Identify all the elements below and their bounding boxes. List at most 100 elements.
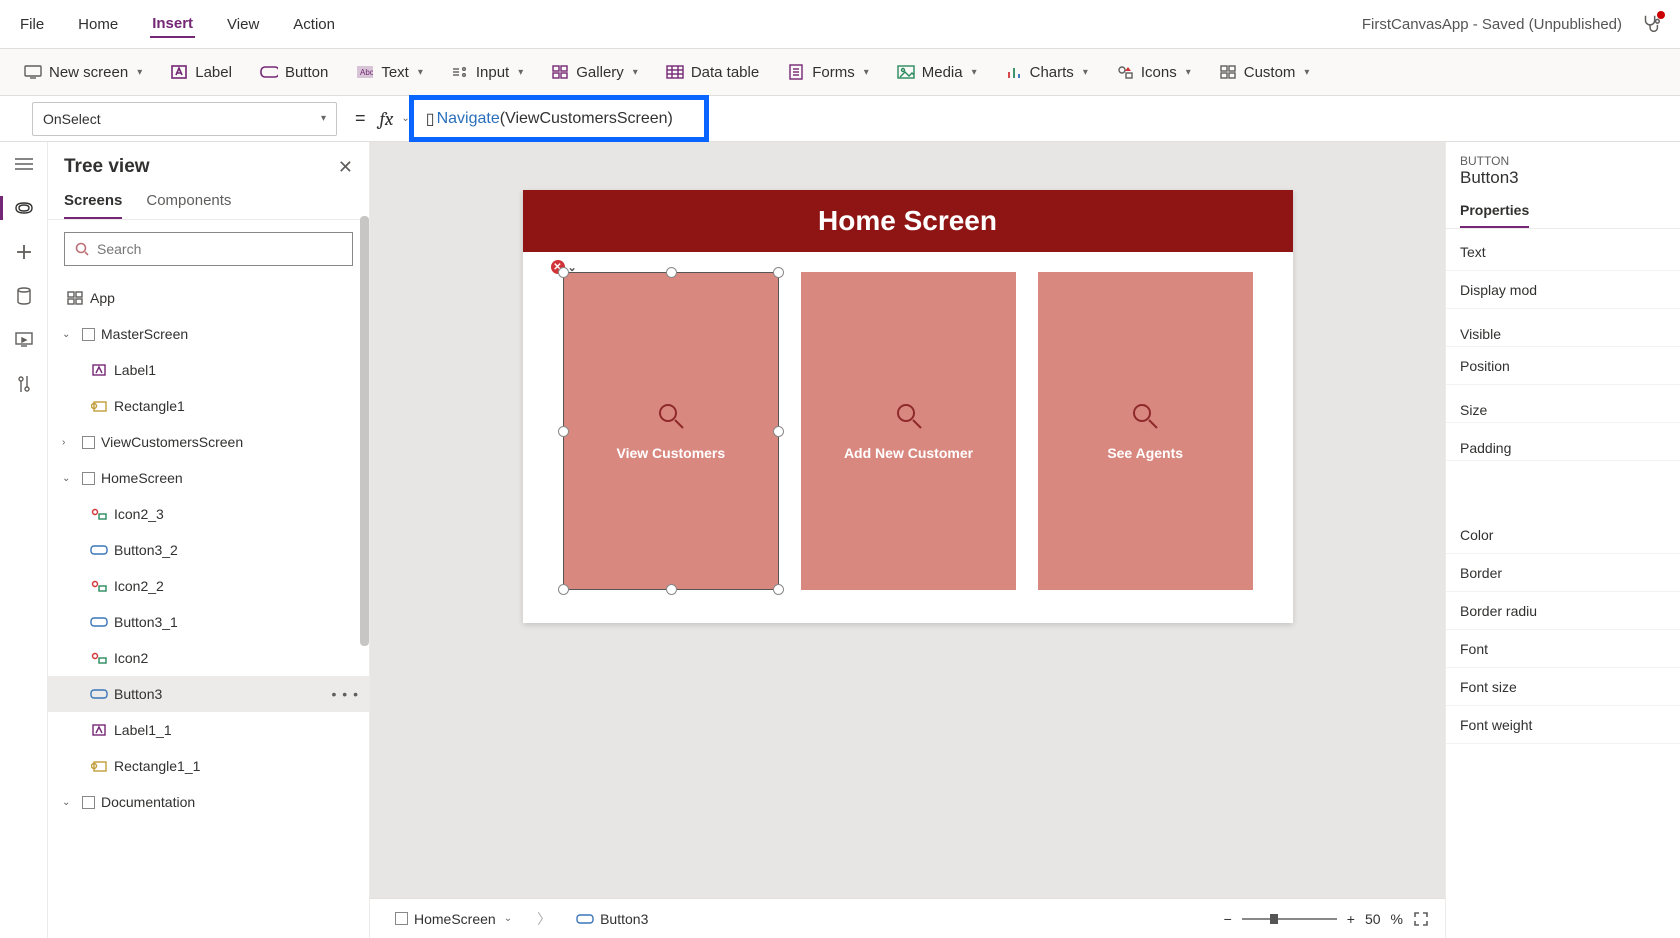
collapse-icon[interactable]: ⌄ — [62, 797, 76, 808]
tree-label: Documentation — [101, 794, 195, 810]
tree-item-app[interactable]: App — [48, 280, 369, 316]
menu-insert[interactable]: Insert — [150, 11, 195, 38]
rail-hamburger-icon[interactable] — [12, 152, 36, 176]
rail-add-icon[interactable] — [12, 240, 36, 264]
rail-data-icon[interactable] — [12, 284, 36, 308]
prop-display-mode[interactable]: Display mod — [1446, 271, 1680, 309]
control-name[interactable]: Button3 — [1460, 168, 1666, 188]
tree-scrollbar[interactable] — [360, 216, 369, 938]
tree-search[interactable] — [64, 232, 353, 266]
checkbox[interactable] — [82, 472, 95, 485]
collapse-icon[interactable]: ⌄ — [62, 329, 76, 340]
label-button[interactable]: Label — [170, 63, 232, 81]
button-button[interactable]: Button — [260, 63, 328, 81]
input-button[interactable]: Input ▾ — [451, 63, 523, 81]
tree-label: Icon2 — [114, 650, 148, 666]
new-screen-button[interactable]: New screen ▾ — [24, 63, 142, 81]
tab-properties[interactable]: Properties — [1460, 194, 1529, 228]
data-table-button[interactable]: Data table — [666, 63, 759, 81]
properties-panel: BUTTON Button3 Properties Text Display m… — [1445, 142, 1680, 938]
resize-handle[interactable] — [558, 267, 569, 278]
tree-item-button3-2[interactable]: Button3_2 — [48, 532, 369, 568]
svg-text:Abc: Abc — [360, 68, 373, 77]
forms-button[interactable]: Forms ▾ — [787, 63, 869, 81]
tree-item-homescreen[interactable]: ⌄HomeScreen — [48, 460, 369, 496]
app-checker-icon[interactable] — [1640, 13, 1662, 35]
tree-item-rectangle1-1[interactable]: Rectangle1_1 — [48, 748, 369, 784]
collapse-icon[interactable]: ⌄ — [62, 473, 76, 484]
prop-border-radius[interactable]: Border radiu — [1446, 592, 1680, 630]
resize-handle[interactable] — [666, 267, 677, 278]
search-input[interactable] — [97, 241, 342, 257]
tree-item-icon2-2[interactable]: Icon2_2 — [48, 568, 369, 604]
prop-font-size[interactable]: Font size — [1446, 668, 1680, 706]
prop-color[interactable]: Color — [1446, 516, 1680, 554]
tab-components[interactable]: Components — [146, 184, 231, 219]
expand-icon[interactable]: › — [62, 437, 76, 448]
media-button[interactable]: Media ▾ — [897, 63, 977, 81]
prop-visible[interactable]: Visible — [1446, 309, 1680, 347]
tree-item-viewcustomers[interactable]: ›ViewCustomersScreen — [48, 424, 369, 460]
icons-button[interactable]: Icons ▾ — [1116, 63, 1191, 81]
prop-font[interactable]: Font — [1446, 630, 1680, 668]
gallery-button[interactable]: Gallery ▾ — [551, 63, 638, 81]
formula-input[interactable]: ▯ Navigate(ViewCustomersScreen) — [410, 102, 1680, 136]
property-dropdown[interactable]: OnSelect ▾ — [32, 102, 337, 136]
tab-screens[interactable]: Screens — [64, 184, 122, 219]
menu-action[interactable]: Action — [291, 12, 337, 37]
tree-item-label1[interactable]: Label1 — [48, 352, 369, 388]
resize-handle[interactable] — [773, 267, 784, 278]
checkbox[interactable] — [395, 912, 408, 925]
tree-item-label1-1[interactable]: Label1_1 — [48, 712, 369, 748]
breadcrumb-control[interactable]: Button3 — [567, 907, 657, 931]
tree-item-icon2[interactable]: Icon2 — [48, 640, 369, 676]
breadcrumb-screen[interactable]: HomeScreen ⌄ — [386, 907, 521, 931]
rail-media-icon[interactable] — [12, 328, 36, 352]
card-view-customers[interactable]: ✕ ⌄ View Customers — [563, 272, 780, 590]
prop-size[interactable]: Size — [1446, 385, 1680, 423]
custom-button[interactable]: Custom ▾ — [1219, 63, 1310, 81]
scrollbar-thumb[interactable] — [360, 216, 369, 646]
prop-position[interactable]: Position — [1446, 347, 1680, 385]
checkbox[interactable] — [82, 328, 95, 341]
tree-item-button3[interactable]: Button3• • • — [48, 676, 369, 712]
zoom-out-button[interactable]: − — [1224, 911, 1232, 927]
zoom-in-button[interactable]: + — [1347, 911, 1355, 927]
card-see-agents[interactable]: See Agents — [1038, 272, 1253, 590]
canvas-stage[interactable]: Home Screen ✕ ⌄ View Customers — [370, 142, 1445, 898]
resize-handle[interactable] — [558, 426, 569, 437]
resize-handle[interactable] — [773, 426, 784, 437]
resize-handle[interactable] — [666, 584, 677, 595]
chevron-down-icon[interactable]: ⌄ — [504, 913, 512, 924]
resize-handle[interactable] — [773, 584, 784, 595]
menu-view[interactable]: View — [225, 12, 261, 37]
checkbox[interactable] — [82, 436, 95, 449]
fit-screen-icon[interactable] — [1413, 911, 1429, 927]
tree-item-documentation[interactable]: ⌄ Documentation — [48, 784, 369, 820]
resize-handle[interactable] — [558, 584, 569, 595]
zoom-slider-thumb[interactable] — [1270, 914, 1278, 924]
tree-item-icon2-3[interactable]: Icon2_3 — [48, 496, 369, 532]
card-add-customer[interactable]: Add New Customer — [801, 272, 1016, 590]
prop-font-weight[interactable]: Font weight — [1446, 706, 1680, 744]
more-icon[interactable]: • • • — [332, 686, 359, 702]
screen-header[interactable]: Home Screen — [523, 190, 1293, 252]
checkbox[interactable] — [82, 796, 95, 809]
rail-tree-view-icon[interactable] — [12, 196, 36, 220]
chevron-down-icon[interactable]: ⌄ — [568, 261, 577, 274]
charts-button[interactable]: Charts ▾ — [1005, 63, 1088, 81]
fx-icon[interactable]: fx — [380, 108, 394, 130]
zoom-slider[interactable] — [1242, 918, 1337, 920]
close-icon[interactable]: ✕ — [338, 157, 353, 178]
app-screen[interactable]: Home Screen ✕ ⌄ View Customers — [523, 190, 1293, 623]
text-button[interactable]: Abc Text ▾ — [356, 63, 423, 81]
prop-border[interactable]: Border — [1446, 554, 1680, 592]
prop-padding[interactable]: Padding — [1446, 423, 1680, 461]
menu-file[interactable]: File — [18, 12, 46, 37]
tree-item-button3-1[interactable]: Button3_1 — [48, 604, 369, 640]
tree-item-masterscreen[interactable]: ⌄MasterScreen — [48, 316, 369, 352]
rail-tools-icon[interactable] — [12, 372, 36, 396]
menu-home[interactable]: Home — [76, 12, 120, 37]
tree-item-rectangle1[interactable]: Rectangle1 — [48, 388, 369, 424]
prop-text[interactable]: Text — [1446, 233, 1680, 271]
